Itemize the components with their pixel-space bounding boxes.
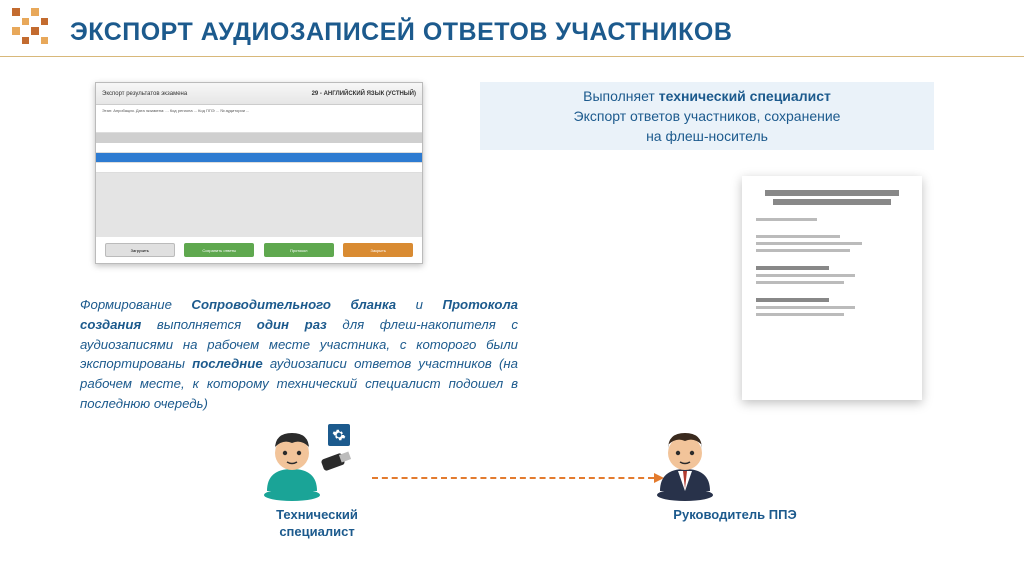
arrow bbox=[372, 477, 654, 479]
app-title-left: Экспорт результатов экзамена bbox=[102, 91, 187, 97]
app-buttons: Загрузить Сохранить ответы Протокол Закр… bbox=[96, 237, 422, 263]
info-line3: на флеш-носитель bbox=[646, 126, 768, 146]
info-box: Выполняет технический специалист Экспорт… bbox=[480, 82, 934, 150]
usb-icon bbox=[320, 450, 352, 470]
info-line1-pre: Выполняет bbox=[583, 88, 659, 104]
app-title-right: 29 - АНГЛИЙСКИЙ ЯЗЫК (УСТНЫЙ) bbox=[312, 91, 416, 97]
document-preview bbox=[742, 176, 922, 400]
btn-close: Закрыть bbox=[343, 243, 413, 257]
tech-person: Технический специалист bbox=[257, 425, 377, 541]
info-line2: Экспорт ответов участников, сохранение bbox=[574, 106, 841, 126]
paragraph: Формирование Сопроводительного бланка и … bbox=[80, 295, 518, 414]
title-underline bbox=[0, 56, 1024, 57]
page-title: ЭКСПОРТ АУДИОЗАПИСЕЙ ОТВЕТОВ УЧАСТНИКОВ bbox=[70, 18, 732, 47]
app-desc: Этап: Апробация. Дата экзамена: ... Код … bbox=[96, 105, 422, 133]
app-screenshot: Экспорт результатов экзамена 29 - АНГЛИЙ… bbox=[95, 82, 423, 264]
tech-label-2: специалист bbox=[279, 524, 354, 539]
tech-label-1: Технический bbox=[276, 507, 358, 522]
mgr-avatar-icon bbox=[650, 425, 720, 501]
tech-avatar-icon bbox=[257, 425, 327, 501]
info-line1-bold: технический специалист bbox=[659, 88, 831, 104]
logo bbox=[12, 8, 48, 44]
mgr-label: Руководитель ППЭ bbox=[650, 507, 820, 524]
btn-load: Загрузить bbox=[105, 243, 175, 257]
gear-badge-icon bbox=[328, 424, 350, 446]
mgr-person: Руководитель ППЭ bbox=[650, 425, 820, 524]
app-grid bbox=[96, 133, 422, 237]
btn-export: Сохранить ответы bbox=[184, 243, 254, 257]
btn-protocol: Протокол bbox=[264, 243, 334, 257]
